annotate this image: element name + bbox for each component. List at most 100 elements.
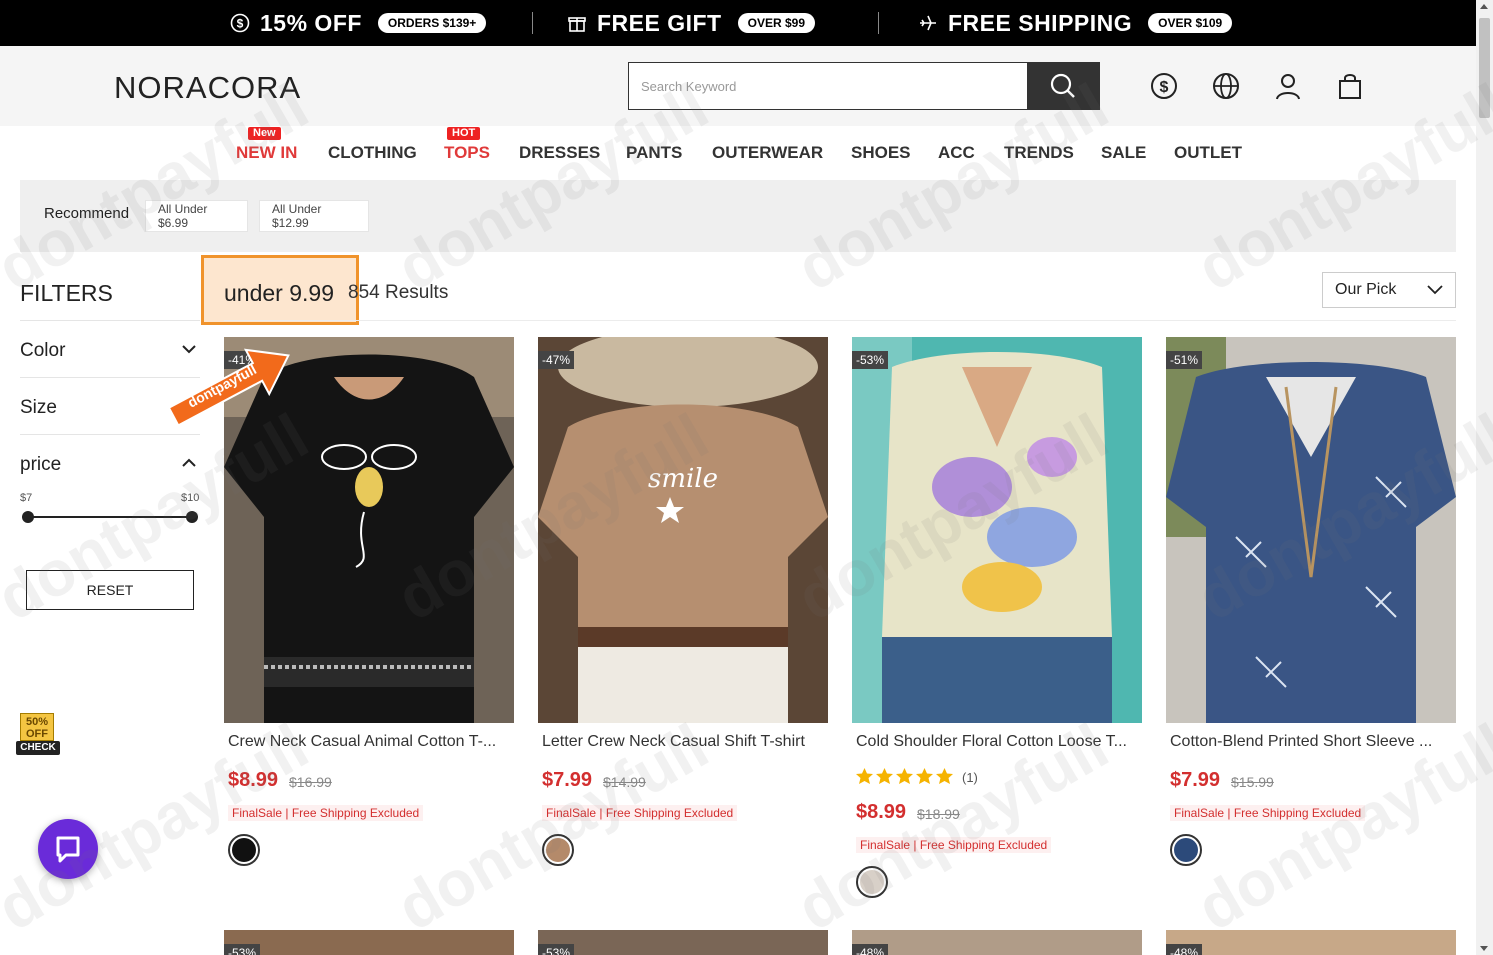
coupon-badge-check: CHECK: [16, 741, 60, 755]
color-swatch[interactable]: [856, 866, 888, 898]
promo-title: FREE GIFT: [597, 9, 722, 36]
product-card[interactable]: -48%: [852, 930, 1142, 955]
nav-item-tops[interactable]: TOPS: [444, 143, 490, 163]
nav-item-shoes[interactable]: SHOES: [851, 143, 911, 163]
product-price: $7.99: [1170, 769, 1221, 791]
product-sale-note: FinalSale | Free Shipping Excluded: [856, 837, 1052, 853]
promo-shipping[interactable]: FREE SHIPPING OVER $109: [918, 0, 1233, 46]
product-name[interactable]: Crew Neck Casual Animal Cotton T-...: [228, 733, 510, 751]
bag-icon[interactable]: [1335, 71, 1365, 101]
filter-price-label: price: [20, 454, 62, 475]
product-card[interactable]: -48%: [1166, 930, 1456, 955]
user-icon[interactable]: [1273, 71, 1303, 101]
star-icon: [856, 768, 873, 787]
product-old-price: $14.99: [603, 774, 646, 790]
product-rating: (1): [856, 768, 978, 787]
filter-color-label: Color: [20, 340, 66, 361]
product-name[interactable]: Cotton-Blend Printed Short Sleeve ...: [1170, 733, 1452, 751]
price-slider-min-handle[interactable]: [22, 511, 34, 523]
nav-item-dresses[interactable]: DRESSES: [519, 143, 600, 163]
product-card[interactable]: -53% Cold Shoulder Floral Cotton Loose T…: [852, 337, 1142, 898]
nav-item-acc[interactable]: ACC: [938, 143, 975, 163]
plane-icon: [918, 13, 938, 33]
promo-divider: [878, 12, 879, 34]
product-image[interactable]: -53%: [852, 337, 1142, 723]
color-swatch[interactable]: [1170, 834, 1202, 866]
nav-item-clothing[interactable]: CLOTHING: [328, 143, 417, 163]
price-slider-track[interactable]: [28, 516, 192, 518]
star-icon: [936, 768, 953, 787]
nav-item-sale[interactable]: SALE: [1101, 143, 1146, 163]
promo-title: FREE SHIPPING: [948, 9, 1133, 36]
sort-dropdown[interactable]: Our Pick: [1322, 272, 1456, 308]
product-card[interactable]: -53%: [224, 930, 514, 955]
product-old-price: $15.99: [1231, 774, 1274, 790]
discount-badge: -53%: [538, 944, 575, 955]
color-swatch[interactable]: [228, 834, 260, 866]
reset-button[interactable]: RESET: [26, 570, 194, 610]
main-nav: New NEW IN CLOTHING HOT TOPS DRESSES PAN…: [0, 126, 1476, 180]
discount-badge: -51%: [1166, 351, 1203, 369]
filter-divider: [20, 320, 200, 321]
chat-icon: [56, 836, 80, 863]
svg-text:$: $: [1160, 79, 1169, 96]
nav-item-pants[interactable]: PANTS: [626, 143, 682, 163]
coupon-check-badge[interactable]: 50% OFF CHECK: [16, 713, 60, 755]
product-image[interactable]: -51%: [1166, 337, 1456, 723]
promo-gift[interactable]: FREE GIFT OVER $99: [567, 0, 815, 46]
price-min-label: $7: [20, 492, 33, 504]
nav-item-new-in[interactable]: NEW IN: [236, 143, 297, 163]
live-chat-button[interactable]: [38, 819, 98, 879]
filter-price[interactable]: price: [20, 454, 200, 476]
discount-badge: -48%: [852, 944, 889, 955]
recommend-chip-under-12-99[interactable]: All Under $12.99: [259, 200, 369, 232]
search-button[interactable]: [1027, 63, 1099, 109]
review-count[interactable]: (1): [962, 770, 978, 785]
product-name[interactable]: Cold Shoulder Floral Cotton Loose T...: [856, 733, 1138, 751]
page-scrollbar[interactable]: [1476, 0, 1493, 955]
results-divider: [224, 320, 1456, 321]
search-bar: [628, 62, 1100, 110]
filter-size-label: Size: [20, 397, 57, 418]
scroll-up-arrow-icon[interactable]: [1480, 4, 1488, 9]
promo-bar: $ 15% OFF ORDERS $139+ FREE GIFT OVER $9…: [0, 0, 1476, 46]
search-icon: [1050, 73, 1075, 98]
svg-text:smile: smile: [648, 464, 718, 494]
product-sale-note: FinalSale | Free Shipping Excluded: [542, 805, 738, 821]
site-header: NORACORA $: [0, 46, 1476, 126]
product-name[interactable]: Letter Crew Neck Casual Shift T-shirt: [542, 733, 824, 751]
search-input[interactable]: [629, 63, 1027, 109]
promo-divider: [532, 12, 533, 34]
recommend-label: Recommend: [44, 205, 130, 222]
scrollbar-thumb[interactable]: [1479, 18, 1490, 118]
promo-pill: ORDERS $139+: [377, 13, 487, 33]
nav-badge-new: New: [248, 127, 281, 140]
nav-badge-hot: HOT: [447, 127, 481, 140]
color-swatch[interactable]: [542, 834, 574, 866]
promo-discount[interactable]: $ 15% OFF ORDERS $139+: [230, 0, 487, 46]
coupon-badge-text: 50% OFF: [20, 713, 54, 741]
nav-item-outlet[interactable]: OUTLET: [1174, 143, 1242, 163]
arrow-sticker: dontpayfull: [156, 336, 306, 436]
chevron-up-icon: [182, 458, 196, 467]
price-slider-max-handle[interactable]: [186, 511, 198, 523]
nav-item-outerwear[interactable]: OUTERWEAR: [712, 143, 823, 163]
globe-icon[interactable]: [1211, 71, 1241, 101]
product-sale-note: FinalSale | Free Shipping Excluded: [228, 805, 424, 821]
product-image[interactable]: smile -47%: [538, 337, 828, 723]
product-old-price: $16.99: [289, 774, 332, 790]
svg-text:$: $: [237, 17, 244, 31]
currency-icon[interactable]: $: [1149, 71, 1179, 101]
product-card[interactable]: -53%: [538, 930, 828, 955]
recommend-chip-under-6-99[interactable]: All Under $6.99: [145, 200, 248, 232]
site-logo[interactable]: NORACORA: [114, 70, 301, 106]
product-card[interactable]: smile -47% Letter Crew Neck Casual Shift…: [538, 337, 828, 897]
results-count: 854 Results: [348, 282, 449, 303]
nav-item-trends[interactable]: TRENDS: [1004, 143, 1074, 163]
product-sale-note: FinalSale | Free Shipping Excluded: [1170, 805, 1366, 821]
product-price: $8.99: [856, 801, 907, 823]
scroll-down-arrow-icon[interactable]: [1480, 946, 1488, 951]
discount-badge: -53%: [852, 351, 889, 369]
product-card[interactable]: -51% Cotton-Blend Printed Short Sleeve .…: [1166, 337, 1456, 897]
discount-badge: -53%: [224, 944, 261, 955]
